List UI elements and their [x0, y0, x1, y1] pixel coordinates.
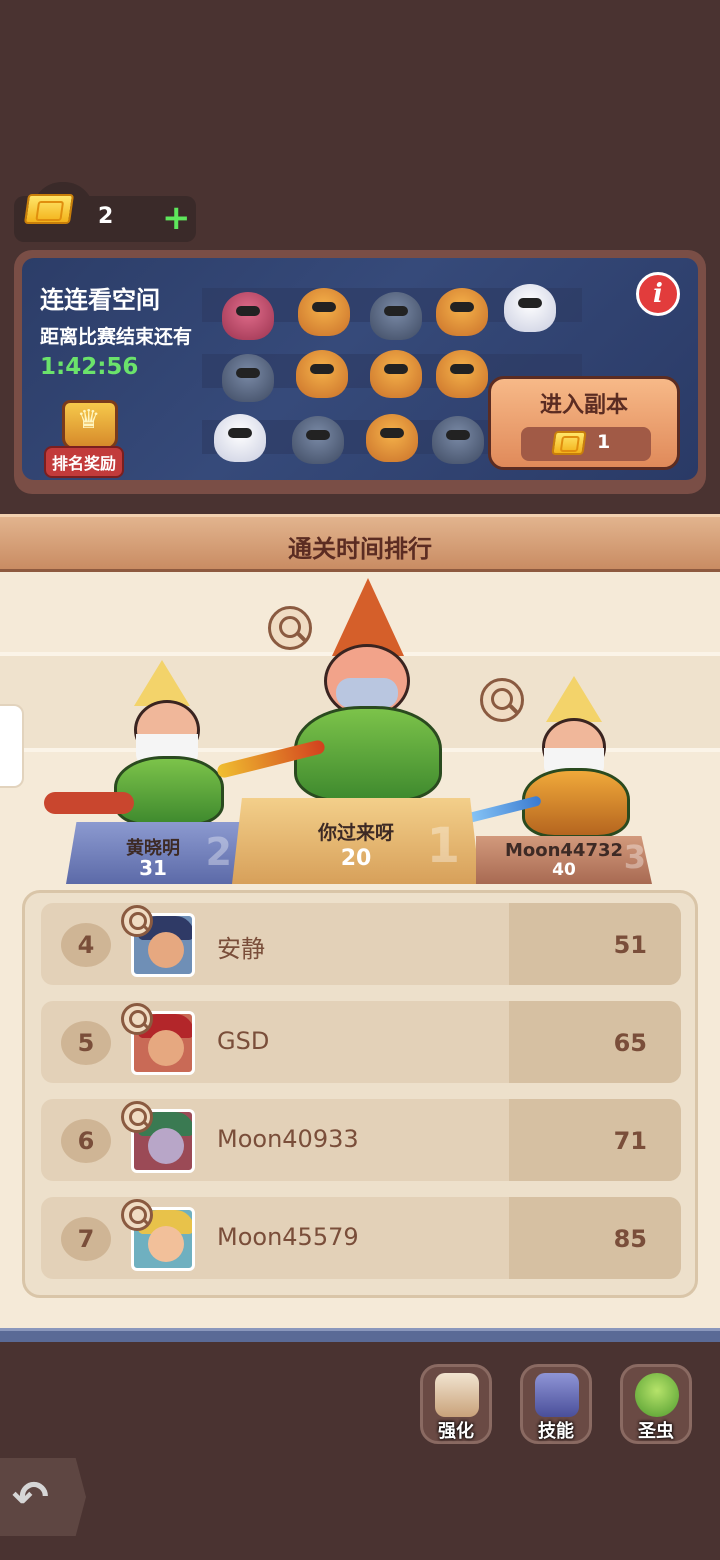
back-arrow-icon: ↶: [12, 1472, 49, 1523]
upgrade-button[interactable]: 强化: [420, 1364, 492, 1444]
score-cell: [509, 1099, 681, 1181]
side-tab[interactable]: [0, 704, 24, 788]
back-button[interactable]: ↶: [0, 1458, 86, 1536]
orange-monster-icon: [370, 350, 422, 398]
sword-icon: [435, 1373, 479, 1417]
enter-dungeon-button[interactable]: 进入副本 1: [488, 376, 680, 470]
player-name: 安静: [217, 935, 265, 963]
rank-number: 4: [61, 923, 111, 967]
podium-rank-2: 黄晓明 31 2: [66, 822, 240, 884]
skill-button[interactable]: 技能: [520, 1364, 592, 1444]
bug-icon: [635, 1373, 679, 1417]
orange-monster-icon: [436, 350, 488, 398]
white-monster-icon: [504, 284, 556, 332]
inspect-player-button[interactable]: [121, 905, 153, 937]
ticket-count: 2: [98, 204, 114, 229]
inspect-player-button[interactable]: [121, 1199, 153, 1231]
ranking-title: 通关时间排行: [288, 535, 432, 563]
holy-bug-label: 圣虫: [638, 1421, 674, 1442]
pink-monster-icon: [222, 292, 274, 340]
rank-number: 1: [426, 818, 460, 874]
info-button[interactable]: i: [636, 272, 680, 316]
inspect-rank-3-button[interactable]: [480, 678, 524, 722]
meat-club-icon: [44, 792, 134, 814]
rank-number: 3: [623, 838, 646, 876]
ranking-row[interactable]: 5 GSD 65: [41, 1001, 681, 1083]
rank-number: 5: [61, 1021, 111, 1065]
rank-number: 7: [61, 1217, 111, 1261]
avatar-face: [148, 1226, 184, 1262]
score-cell: [509, 1197, 681, 1279]
hero-rank-1[interactable]: [284, 578, 452, 804]
countdown-timer: 1:42:56: [40, 354, 139, 380]
ticket-icon: [23, 194, 75, 224]
ranking-header: 通关时间排行: [0, 514, 720, 572]
section-divider: [0, 1328, 720, 1342]
player-name: Moon40933: [217, 1125, 359, 1153]
inspect-player-button[interactable]: [121, 1101, 153, 1133]
skill-label: 技能: [538, 1421, 574, 1442]
ranking-list: 4 安静 51 5 GSD 65 6 Moon40933 71 7 Moon45…: [22, 890, 698, 1298]
avatar-face: [148, 1030, 184, 1066]
ranking-row[interactable]: 4 安静 51: [41, 903, 681, 985]
event-card: 连连看空间 距离比赛结束还有 1:42:56 排名奖励 i 进入副本 1: [14, 250, 706, 494]
hero-body: [114, 756, 224, 826]
orange-monster-icon: [436, 288, 488, 336]
grey-monster-icon: [222, 354, 274, 402]
grey-monster-icon: [370, 292, 422, 340]
ranking-row[interactable]: 7 Moon45579 85: [41, 1197, 681, 1279]
player-score: 65: [613, 1029, 647, 1057]
rank-number: 6: [61, 1119, 111, 1163]
hero-rank-3[interactable]: [510, 676, 640, 842]
entry-cost-value: 1: [597, 431, 611, 453]
trophy-icon: [62, 400, 118, 450]
player-score: 71: [613, 1127, 647, 1155]
score-cell: [509, 1001, 681, 1083]
white-monster-icon: [214, 414, 266, 462]
event-title: 连连看空间: [40, 286, 160, 314]
rank-reward-label: 排名奖励: [44, 446, 125, 478]
hero-mask: [336, 678, 398, 708]
orange-monster-icon: [298, 288, 350, 336]
grey-monster-icon: [292, 416, 344, 464]
podium-rank-1: 你过来呀 20 1: [232, 798, 480, 884]
orange-monster-icon: [296, 350, 348, 398]
countdown-label: 距离比赛结束还有: [40, 326, 193, 348]
event-banner: 连连看空间 距离比赛结束还有 1:42:56 排名奖励 i 进入副本 1: [22, 258, 698, 480]
avatar-face: [148, 932, 184, 968]
add-ticket-button[interactable]: +: [162, 200, 191, 236]
ranking-row[interactable]: 6 Moon40933 71: [41, 1099, 681, 1181]
player-score: 85: [613, 1225, 647, 1253]
player-name: GSD: [217, 1027, 270, 1055]
avatar-face: [148, 1128, 184, 1164]
rank-reward-button[interactable]: 排名奖励: [34, 398, 154, 478]
grey-monster-icon: [432, 416, 484, 464]
enter-dungeon-label: 进入副本: [539, 393, 628, 418]
crown-icon: [546, 676, 602, 722]
ticket-currency-bar: 2 +: [14, 182, 196, 242]
orange-monster-icon: [366, 414, 418, 462]
holy-bug-button[interactable]: 圣虫: [620, 1364, 692, 1444]
player-name: Moon45579: [217, 1223, 359, 1251]
entry-cost: 1: [521, 427, 651, 461]
crown-icon: [134, 660, 190, 706]
upgrade-label: 强化: [438, 1421, 474, 1442]
ticket-icon: [551, 431, 587, 455]
inspect-player-button[interactable]: [121, 1003, 153, 1035]
inspect-rank-1-button[interactable]: [268, 606, 312, 650]
score-cell: [509, 903, 681, 985]
podium-rank-3: Moon44732 40 3: [476, 836, 652, 884]
rank-number: 2: [205, 830, 232, 874]
spellbook-icon: [535, 1373, 579, 1417]
player-score: 51: [613, 931, 647, 959]
